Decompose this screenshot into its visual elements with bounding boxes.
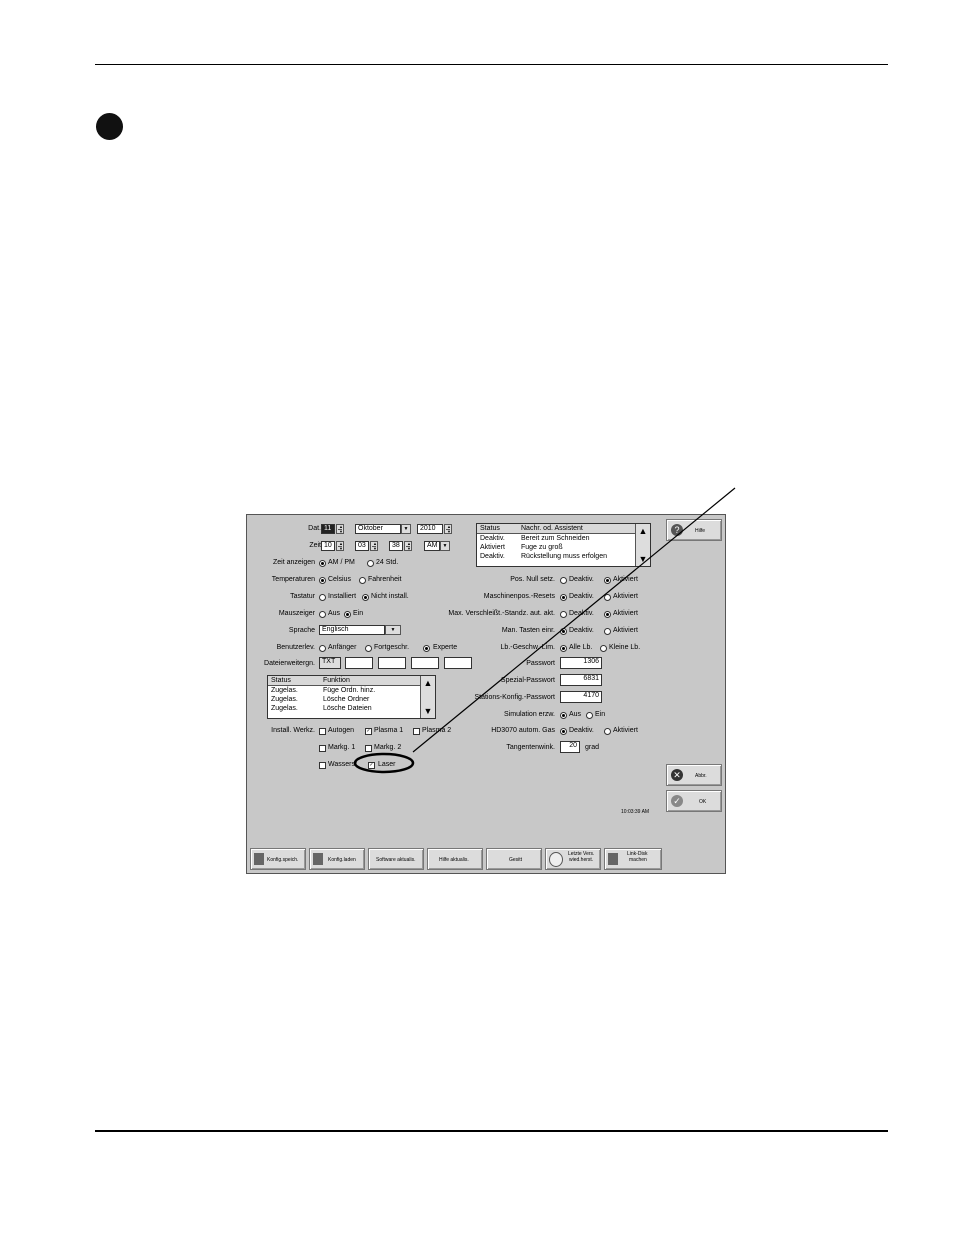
callout-line xyxy=(412,487,736,753)
callout-overlay xyxy=(353,487,736,774)
callout-ellipse xyxy=(353,752,415,774)
